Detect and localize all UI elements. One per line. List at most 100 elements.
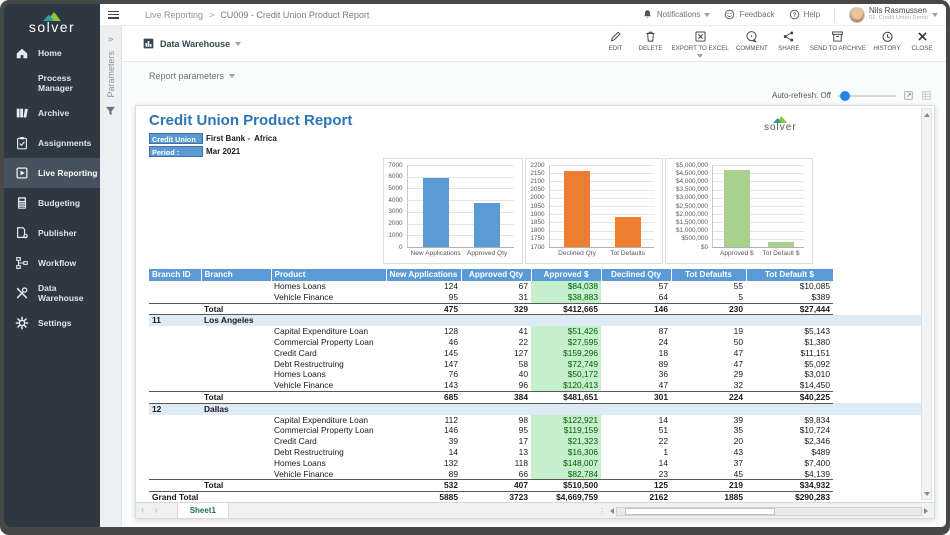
- sidebar: solver Home Process Manager Archive Assi…: [4, 4, 100, 527]
- table-row: Credit Card145127$159,2961847$11,151: [149, 348, 921, 359]
- chevron-down-icon: [932, 13, 938, 17]
- window-frame: solver Home Process Manager Archive Assi…: [0, 0, 950, 535]
- comment-icon: [745, 30, 758, 43]
- report-content-area: Report parameters Auto-refresh: Off Cred…: [122, 62, 946, 527]
- share-button[interactable]: SHARE: [775, 30, 803, 58]
- report-solver-logo: solver: [764, 116, 797, 132]
- table-row: Total685384$481,651301224$40,225: [149, 391, 921, 403]
- delete-button[interactable]: DELETE: [637, 30, 665, 58]
- table-header-row: Branch IDBranchProductNew ApplicationsAp…: [149, 269, 921, 281]
- chart-applications: 01000200030004000500060007000New Applica…: [383, 158, 523, 264]
- breadcrumb-page: CU009 - Credit Union Product Report: [220, 10, 369, 20]
- scroll-left-button[interactable]: [610, 508, 614, 514]
- table-row: Total532407$510,500125219$34,932: [149, 480, 921, 492]
- comment-button[interactable]: COMMENT: [736, 30, 768, 58]
- table-row: Capital Expenditure Loan12841$51,4268719…: [149, 326, 921, 337]
- send-to-archive-button[interactable]: SEND TO ARCHIVE: [810, 30, 866, 58]
- sidebar-item-assignments[interactable]: Assignments: [4, 128, 100, 158]
- column-header: New Applications: [386, 269, 461, 281]
- column-header: Branch ID: [149, 269, 201, 281]
- help-icon: ?: [789, 9, 800, 20]
- home-icon: [14, 46, 29, 61]
- column-header: Product: [271, 269, 386, 281]
- auto-refresh-slider[interactable]: [838, 95, 896, 97]
- report-table-wrap: Branch IDBranchProductNew ApplicationsAp…: [149, 269, 921, 506]
- smiley-icon: [724, 9, 735, 20]
- filter-label-period: Period :: [149, 146, 203, 157]
- edit-button[interactable]: EDIT: [602, 30, 630, 58]
- table-row: Total475329$412,665146230$27,444: [149, 303, 921, 315]
- user-workspace: 02. Credit Union Demo: [869, 15, 928, 22]
- report-toolbar: Data Warehouse EDIT DELETE EXPORT TO EXC…: [122, 26, 946, 62]
- close-button[interactable]: CLOSE: [908, 30, 936, 58]
- svg-text:?: ?: [792, 13, 796, 19]
- feedback-button[interactable]: Feedback: [724, 9, 774, 20]
- column-header: Tot Default $: [746, 269, 833, 281]
- workflow-icon: [14, 256, 29, 271]
- export-to-excel-button[interactable]: EXPORT TO EXCEL: [672, 30, 729, 58]
- next-sheet-button[interactable]: ›: [149, 504, 162, 518]
- archive-box-icon: [831, 30, 844, 43]
- avatar: [849, 7, 865, 23]
- sidebar-item-archive[interactable]: Archive: [4, 98, 100, 128]
- chevron-down-icon: [704, 13, 710, 17]
- prev-sheet-button[interactable]: ‹: [136, 504, 149, 518]
- close-icon: [916, 30, 929, 43]
- report-table: Branch IDBranchProductNew ApplicationsAp…: [149, 269, 921, 506]
- user-menu[interactable]: Nils Rasmussen 02. Credit Union Demo: [849, 7, 938, 23]
- horizontal-scrollbar[interactable]: ⋮: [598, 506, 928, 516]
- vertical-scrollbar[interactable]: [921, 108, 932, 500]
- column-header: Declined Qty: [601, 269, 671, 281]
- table-row: Homes Loans132118$148,0071437$7,400: [149, 458, 921, 469]
- sheet-tab-bar: ‹ › Sheet1 ⋮: [136, 502, 934, 518]
- solver-logo-text: solver: [29, 21, 75, 33]
- scroll-down-button[interactable]: [922, 488, 931, 499]
- data-source-button[interactable]: Data Warehouse: [142, 37, 241, 50]
- user-name: Nils Rasmussen: [869, 7, 928, 15]
- live-reporting-icon: [14, 166, 29, 181]
- chart-bar: [724, 170, 750, 247]
- sidebar-item-workflow[interactable]: Workflow: [4, 248, 100, 278]
- table-row: Homes Loans7640$50,1723629$3,010: [149, 369, 921, 380]
- chevron-down-icon: [229, 74, 235, 78]
- auto-refresh-label: Auto-refresh: Off: [772, 91, 831, 100]
- history-button[interactable]: HISTORY: [873, 30, 901, 58]
- clipboard-icon: [14, 136, 29, 151]
- scroll-right-button[interactable]: [924, 508, 928, 514]
- menu-icon[interactable]: [108, 11, 119, 19]
- sidebar-item-budgeting[interactable]: Budgeting: [4, 188, 100, 218]
- popout-icon[interactable]: [903, 90, 914, 101]
- history-clock-icon: [881, 30, 894, 43]
- scrollbar-thumb[interactable]: [625, 508, 775, 515]
- sheet-tab[interactable]: Sheet1: [177, 503, 229, 518]
- table-row: Credit Card3917$21,3232220$2,346: [149, 436, 921, 447]
- chart-bar: [474, 203, 500, 247]
- help-button[interactable]: ? Help: [789, 9, 820, 20]
- table-row: Vehicle Finance14396$120,4134732$14,450: [149, 380, 921, 391]
- sidebar-item-home[interactable]: Home: [4, 38, 100, 68]
- report-parameters-button[interactable]: Report parameters: [149, 71, 235, 81]
- publisher-icon: [14, 226, 29, 241]
- calculator-icon: [14, 196, 29, 211]
- divider: [834, 8, 835, 22]
- grid-view-icon[interactable]: [921, 90, 932, 101]
- sidebar-item-publisher[interactable]: Publisher: [4, 218, 100, 248]
- filter-icon[interactable]: [105, 106, 116, 116]
- column-header: Tot Defaults: [671, 269, 746, 281]
- sidebar-item-process-manager[interactable]: Process Manager: [4, 68, 100, 98]
- parameters-panel-label: Parameters: [106, 51, 116, 98]
- breadcrumb-section[interactable]: Live Reporting: [145, 10, 203, 20]
- trash-icon: [644, 30, 657, 43]
- notifications-button[interactable]: Notifications: [642, 9, 711, 20]
- sidebar-item-live-reporting[interactable]: Live Reporting: [4, 158, 100, 188]
- scroll-up-button[interactable]: [922, 109, 931, 120]
- expand-panel-icon[interactable]: »: [108, 34, 114, 45]
- table-row: 12Dallas: [149, 403, 921, 414]
- filter-label-credit-union: Credit Union: [149, 133, 203, 144]
- slider-knob[interactable]: [840, 91, 850, 101]
- sidebar-item-data-warehouse[interactable]: Data Warehouse: [4, 278, 100, 308]
- chart-bar: [423, 178, 449, 247]
- sidebar-item-settings[interactable]: Settings: [4, 308, 100, 338]
- column-header: Branch: [201, 269, 271, 281]
- parameters-panel-collapsed: » Parameters: [100, 26, 122, 527]
